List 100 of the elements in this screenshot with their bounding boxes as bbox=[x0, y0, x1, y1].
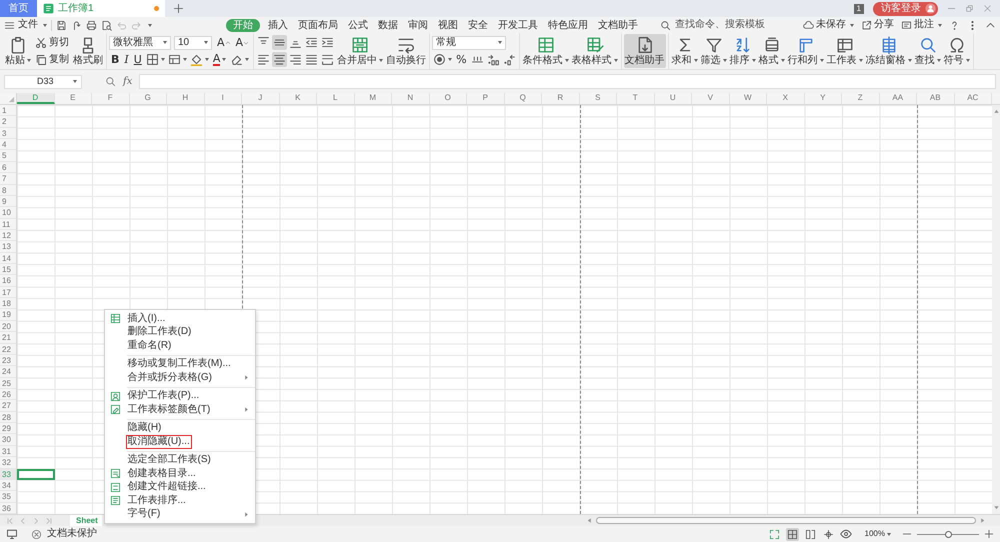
menu-item[interactable]: 字号(F) bbox=[105, 508, 255, 521]
menu-item[interactable]: 保护工作表(P)... bbox=[105, 390, 255, 403]
ribbon-button[interactable]: 条件格式 bbox=[522, 34, 570, 68]
plus-icon[interactable] bbox=[984, 529, 994, 539]
menu-item[interactable]: 隐藏(H) bbox=[105, 422, 255, 435]
underline-button[interactable]: U bbox=[132, 52, 144, 67]
row-header[interactable]: 5 bbox=[0, 150, 16, 162]
ribbon-tab[interactable]: 页面布局 bbox=[296, 18, 340, 32]
customize-caret-icon[interactable] bbox=[148, 24, 152, 26]
row-header[interactable]: 16 bbox=[0, 275, 16, 287]
ribbon-tab[interactable]: 安全 bbox=[466, 18, 490, 32]
ribbon-button[interactable]: 符号 bbox=[942, 34, 971, 68]
menu-item[interactable]: 移动或复制工作表(M)... bbox=[105, 358, 255, 371]
row-header[interactable]: 27 bbox=[0, 400, 16, 412]
ribbon-button[interactable]: 行和列 bbox=[786, 34, 825, 68]
row-header[interactable]: 15 bbox=[0, 264, 16, 276]
column-header[interactable]: AA bbox=[880, 93, 917, 104]
eye-icon[interactable] bbox=[840, 528, 852, 540]
font-color-button[interactable]: A bbox=[210, 52, 228, 67]
ribbon-button[interactable]: 排序 bbox=[728, 34, 757, 68]
format-button[interactable]: % bbox=[454, 52, 469, 67]
file-menu[interactable]: 文件 bbox=[4, 19, 47, 31]
formula-field[interactable] bbox=[139, 74, 996, 89]
row-header[interactable]: 8 bbox=[0, 184, 16, 196]
row-header[interactable]: 35 bbox=[0, 491, 16, 503]
floppy-icon[interactable] bbox=[56, 20, 67, 30]
column-header[interactable]: Z bbox=[842, 93, 880, 104]
toolbar-button[interactable]: 分享 bbox=[861, 19, 894, 31]
tool-button[interactable] bbox=[188, 52, 210, 67]
column-header[interactable]: M bbox=[354, 93, 392, 104]
row-header[interactable]: 33 bbox=[0, 468, 16, 480]
ribbon-button[interactable]: 粘贴 bbox=[4, 34, 32, 68]
row-header[interactable]: 34 bbox=[0, 480, 16, 492]
column-header[interactable]: O bbox=[430, 93, 467, 104]
menu-item[interactable]: 删除工作表(D) bbox=[105, 326, 255, 339]
row-header[interactable]: 3 bbox=[0, 128, 16, 140]
preview-icon[interactable] bbox=[101, 20, 112, 30]
ribbon-tab[interactable]: 视图 bbox=[436, 18, 460, 32]
row-header[interactable]: 12 bbox=[0, 230, 16, 242]
column-header[interactable]: AB bbox=[917, 93, 954, 104]
selected-cell[interactable] bbox=[17, 468, 54, 480]
row-header[interactable]: 10 bbox=[0, 207, 16, 219]
tool-button[interactable] bbox=[272, 35, 288, 50]
ribbon-button[interactable]: 表格样式 bbox=[570, 34, 619, 68]
ribbon-button[interactable]: 自动换行 bbox=[385, 34, 428, 68]
hook-icon[interactable] bbox=[71, 20, 82, 30]
view-button[interactable] bbox=[768, 528, 781, 540]
bold-button[interactable]: B bbox=[109, 52, 122, 67]
menu-item[interactable]: 选定全部工作表(S) bbox=[105, 454, 255, 467]
tool-button[interactable] bbox=[304, 52, 320, 67]
column-header[interactable]: V bbox=[692, 93, 730, 104]
ribbon-button[interactable]: 剪切 bbox=[33, 36, 71, 48]
plus-icon[interactable] bbox=[173, 3, 184, 14]
ribbon-button[interactable]: 格式 bbox=[758, 34, 786, 68]
tool-button[interactable] bbox=[256, 52, 272, 67]
row-header[interactable]: 23 bbox=[0, 354, 16, 366]
tool-button[interactable] bbox=[320, 52, 336, 67]
ribbon-button[interactable]: 格式刷 bbox=[72, 34, 104, 68]
menu-item[interactable]: 工作表标签颜色(T) bbox=[105, 403, 255, 416]
row-header[interactable]: 19 bbox=[0, 309, 16, 321]
menu-item[interactable]: 创建文件超链接... bbox=[105, 480, 255, 494]
column-header[interactable]: F bbox=[92, 93, 130, 104]
row-header[interactable]: 30 bbox=[0, 434, 16, 446]
row-header[interactable]: 25 bbox=[0, 378, 16, 389]
row-header[interactable]: 7 bbox=[0, 173, 16, 185]
tool-button[interactable] bbox=[432, 52, 454, 67]
column-header[interactable]: U bbox=[654, 93, 692, 104]
menu-item[interactable]: 创建表格目录... bbox=[105, 467, 255, 480]
ribbon-tab[interactable]: 特色应用 bbox=[546, 18, 590, 32]
row-header[interactable]: 4 bbox=[0, 139, 16, 150]
row-header[interactable]: 18 bbox=[0, 298, 16, 310]
menu-item[interactable]: 插入(I)... bbox=[105, 312, 255, 326]
tool-button[interactable] bbox=[288, 52, 304, 67]
horizontal-scrollbar[interactable] bbox=[596, 517, 976, 524]
toolbar-button[interactable]: 未保存 bbox=[803, 19, 854, 31]
search-field[interactable]: 查找命令、搜索模板 bbox=[675, 19, 775, 31]
name-box[interactable]: D33 bbox=[4, 74, 82, 88]
search-icon[interactable] bbox=[105, 76, 116, 87]
menu-item[interactable]: 合并或拆分表格(G) bbox=[105, 371, 255, 384]
ribbon-tab[interactable]: 公式 bbox=[346, 18, 370, 32]
zoom-menu[interactable]: 100% bbox=[864, 529, 891, 539]
ribbon-button[interactable]: 查找 bbox=[914, 34, 942, 68]
tool-button[interactable] bbox=[272, 52, 288, 67]
ribbon-button[interactable]: 求和 bbox=[670, 34, 699, 68]
column-header[interactable]: K bbox=[280, 93, 317, 104]
row-header[interactable]: 20 bbox=[0, 320, 16, 332]
column-header[interactable]: D bbox=[17, 93, 54, 104]
column-header[interactable]: G bbox=[130, 93, 167, 104]
font-shrink-button[interactable]: A bbox=[234, 35, 252, 50]
column-header[interactable]: X bbox=[767, 93, 804, 104]
row-header[interactable]: 24 bbox=[0, 366, 16, 378]
column-header[interactable]: S bbox=[580, 93, 617, 104]
ribbon-button[interactable]: 文档助手 bbox=[624, 34, 666, 68]
printer-icon[interactable] bbox=[86, 20, 97, 30]
slider-thumb[interactable] bbox=[945, 530, 952, 538]
ribbon-button[interactable]: 工作表 bbox=[826, 34, 864, 68]
document-tab[interactable]: 工作簿1 bbox=[37, 0, 165, 17]
function-label[interactable]: fx bbox=[123, 76, 132, 88]
dropdown-field[interactable]: 10 bbox=[174, 36, 212, 50]
ribbon-tab[interactable]: 插入 bbox=[266, 18, 290, 32]
